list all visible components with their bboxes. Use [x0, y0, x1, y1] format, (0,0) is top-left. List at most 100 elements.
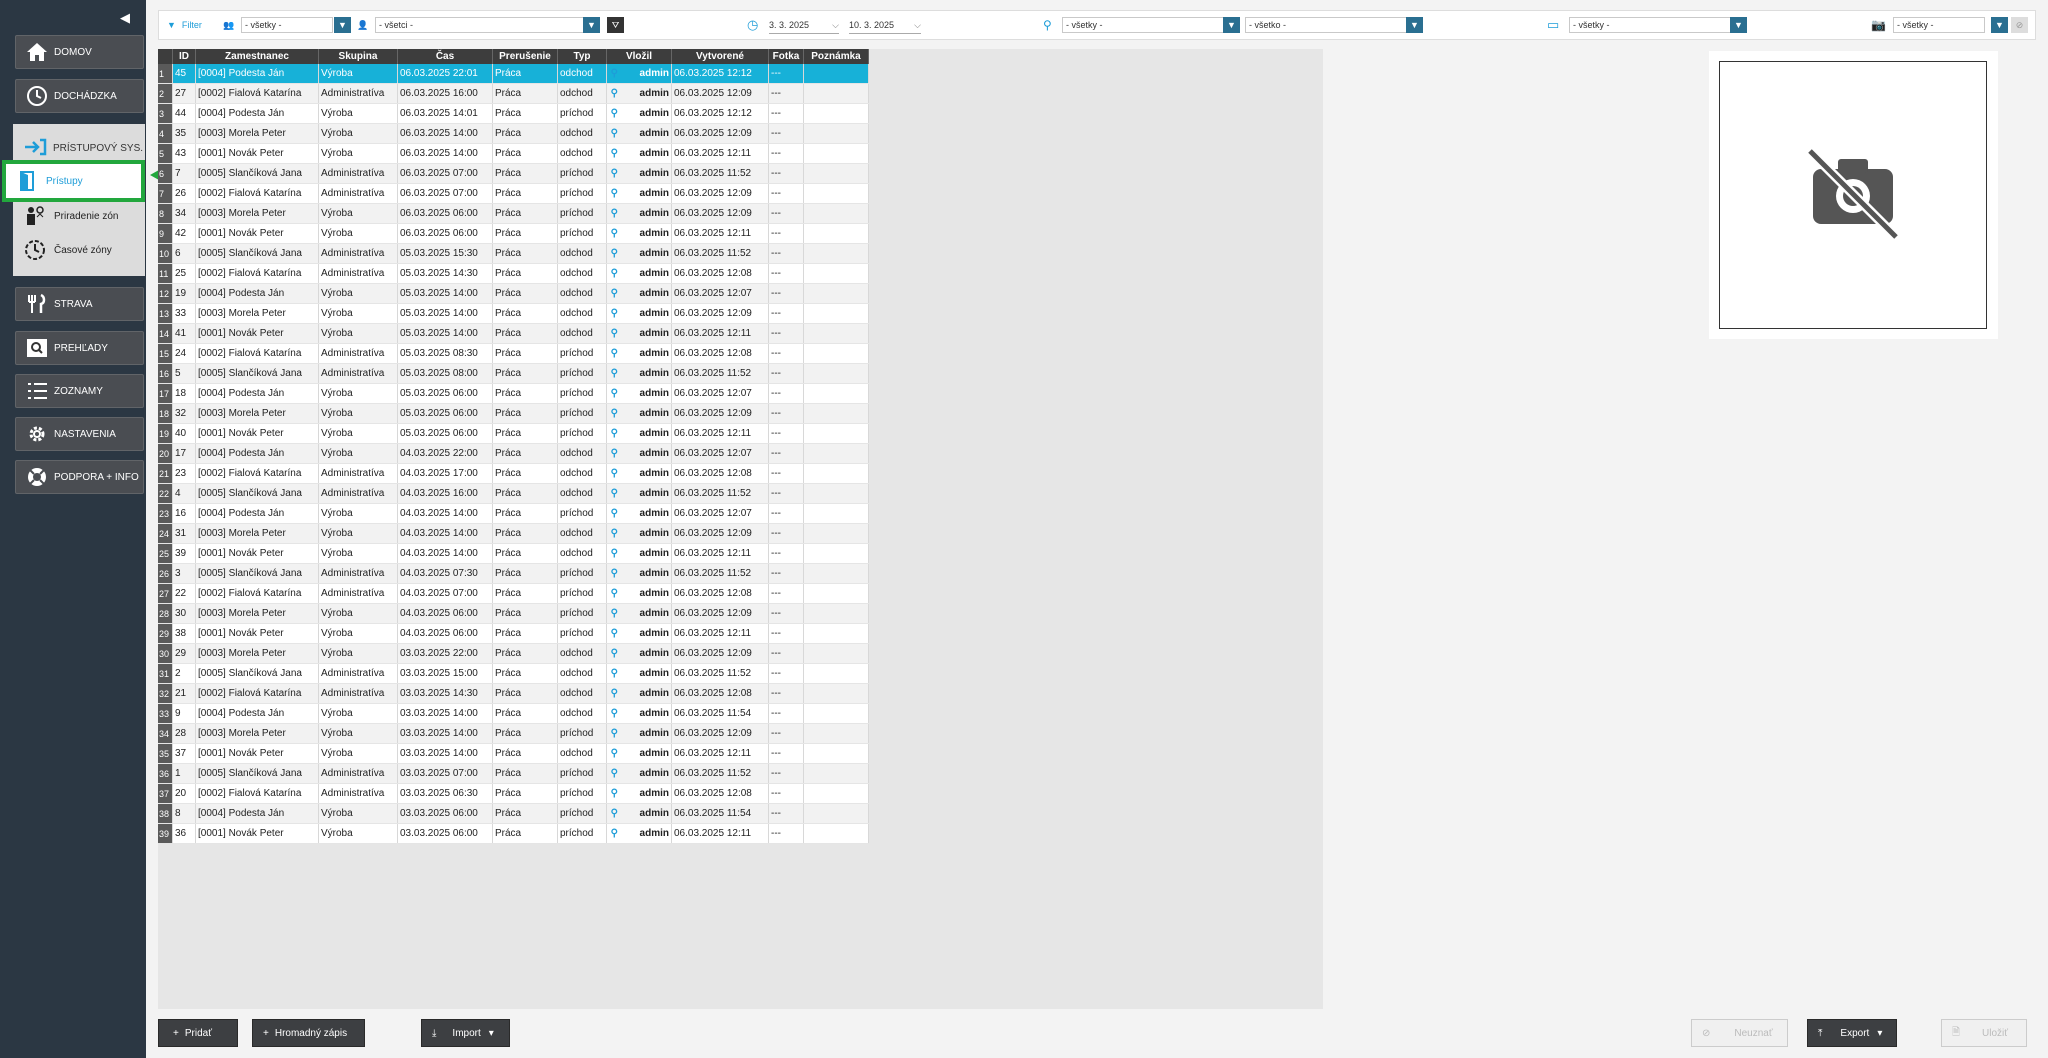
group-select[interactable]: - všetky - [241, 17, 333, 33]
table-cell [803, 423, 869, 444]
table-row[interactable]: 8 34 [0003] Morela Peter Výroba 06.03.2025 0… [158, 203, 869, 224]
table-row[interactable]: 7 26 [0002] Fialová Katarína Administratíva… [158, 183, 869, 204]
table-row[interactable]: 3 44 [0004] Podesta Ján Výroba 06.03.2025 14… [158, 103, 869, 124]
table-row[interactable]: 15 24 [0002] Fialová Katarína Administratív… [158, 343, 869, 364]
column-header[interactable]: Prerušenie [492, 49, 558, 64]
search-icon [24, 337, 50, 359]
table-row[interactable]: 6 7 [0005] Slančíková Jana Administratíva 06… [158, 163, 869, 184]
nav-dochadzka[interactable]: DOCHÁDZKA [15, 79, 144, 113]
table-cell: --- [768, 623, 804, 644]
table-row[interactable]: 26 3 [0005] Slančíková Jana Administratíva 0… [158, 563, 869, 584]
employee-select[interactable]: - všetci - [375, 17, 588, 33]
nav-strava[interactable]: STRAVA [15, 287, 144, 321]
table-cell: Administratíva [318, 683, 398, 704]
table-row[interactable]: 13 33 [0003] Morela Peter Výroba 05.03.2025 … [158, 303, 869, 324]
table-row[interactable]: 36 1 [0005] Slančíková Jana Administratíva 0… [158, 763, 869, 784]
sidebar-item-casove-zony[interactable]: Časové zóny [24, 239, 112, 261]
table-row[interactable]: 16 5 [0005] Slančíková Jana Administratíva 0… [158, 363, 869, 384]
table-cell: 03.03.2025 15:00 [397, 663, 493, 684]
terminal-select[interactable]: - všetky - [1569, 17, 1731, 33]
table-row[interactable]: 10 6 [0005] Slančíková Jana Administratíva 0… [158, 243, 869, 264]
terminal-dropdown-button[interactable]: ▼ [1730, 17, 1747, 33]
table-cell: 06.03.2025 12:09 [671, 123, 769, 144]
table-row[interactable]: 29 38 [0001] Novák Peter Výroba 04.03.2025 0… [158, 623, 869, 644]
location2-select[interactable]: - všetko - [1245, 17, 1407, 33]
inserted-by: admin [639, 808, 669, 819]
rownum-header [158, 49, 173, 64]
table-row[interactable]: 2 27 [0002] Fialová Katarína Administratíva… [158, 83, 869, 104]
table-cell: 6 [172, 243, 196, 264]
column-header[interactable]: Vytvorené [671, 49, 769, 64]
table-row[interactable]: 17 18 [0004] Podesta Ján Výroba 05.03.2025 0… [158, 383, 869, 404]
date-from-input[interactable]: 3. 3. 2025 ⌵ [769, 17, 839, 34]
nav-nastavenia[interactable]: NASTAVENIA [15, 417, 144, 451]
date-to-input[interactable]: 10. 3. 2025 ⌵ [849, 17, 921, 34]
inserted-by: admin [639, 748, 669, 759]
table-row[interactable]: 4 35 [0003] Morela Peter Výroba 06.03.2025 1… [158, 123, 869, 144]
column-header[interactable]: Zamestnanec [195, 49, 319, 64]
table-row[interactable]: 38 8 [0004] Podesta Ján Výroba 03.03.2025 06… [158, 803, 869, 824]
table-row[interactable]: 20 17 [0004] Podesta Ján Výroba 04.03.2025 2… [158, 443, 869, 464]
bulk-entry-button[interactable]: + Hromadný zápis [252, 1019, 365, 1047]
table-row[interactable]: 18 32 [0003] Morela Peter Výroba 05.03.2025 … [158, 403, 869, 424]
nav-zoznamy[interactable]: ZOZNAMY [15, 374, 144, 408]
table-row[interactable]: 23 16 [0004] Podesta Ján Výroba 04.03.2025 1… [158, 503, 869, 524]
filter-toolbar: ▼ Filter 👥 - všetky - ▼ 👤 - všetci - ▼ ⛛… [158, 10, 2036, 40]
table-cell: 04.03.2025 07:00 [397, 583, 493, 604]
location2-dropdown-button[interactable]: ▼ [1406, 17, 1423, 33]
sidebar-item-priradenie-zon[interactable]: Priradenie zón [24, 205, 118, 227]
table-row[interactable]: 9 42 [0001] Novák Peter Výroba 06.03.2025 06… [158, 223, 869, 244]
column-header[interactable]: Typ [557, 49, 607, 64]
table-row[interactable]: 27 22 [0002] Fialová Katarína Administratív… [158, 583, 869, 604]
import-button[interactable]: ⤓ Import ▾ [421, 1019, 510, 1047]
location-select[interactable]: - všetky - [1062, 17, 1224, 33]
table-row[interactable]: 21 23 [0002] Fialová Katarína Administratív… [158, 463, 869, 484]
nav-domov[interactable]: DOMOV [15, 35, 144, 69]
table-row[interactable]: 30 29 [0003] Morela Peter Výroba 03.03.2025 … [158, 643, 869, 664]
table-cell: odchod [557, 443, 607, 464]
table-row[interactable]: 35 37 [0001] Novák Peter Výroba 03.03.2025 1… [158, 743, 869, 764]
table-row[interactable]: 25 39 [0001] Novák Peter Výroba 04.03.2025 1… [158, 543, 869, 564]
table-row[interactable]: 34 28 [0003] Morela Peter Výroba 03.03.2025 … [158, 723, 869, 744]
table-row[interactable]: 12 19 [0004] Podesta Ján Výroba 05.03.2025 1… [158, 283, 869, 304]
table-row[interactable]: 39 36 [0001] Novák Peter Výroba 03.03.2025 0… [158, 823, 869, 844]
table-row[interactable]: 5 43 [0001] Novák Peter Výroba 06.03.2025 14… [158, 143, 869, 164]
inserted-by: admin [639, 88, 669, 99]
table-row[interactable]: 11 25 [0002] Fialová Katarína Administratív… [158, 263, 869, 284]
table-row[interactable]: 19 40 [0001] Novák Peter Výroba 05.03.2025 0… [158, 423, 869, 444]
column-header[interactable]: Vložil [606, 49, 672, 64]
photo-select[interactable]: - všetky - [1893, 17, 1985, 33]
table-row[interactable]: 37 20 [0002] Fialová Katarína Administratív… [158, 783, 869, 804]
table-cell: 06.03.2025 11:54 [671, 803, 769, 824]
table-cell: Práca [492, 363, 558, 384]
column-header[interactable]: Čas [397, 49, 493, 64]
table-cell: ⚲ admin [606, 503, 672, 524]
table-row[interactable]: 31 2 [0005] Slančíková Jana Administratíva 0… [158, 663, 869, 684]
photo-dropdown-button[interactable]: ▼ [1991, 17, 2008, 33]
table-cell: príchod [557, 343, 607, 364]
column-header[interactable]: Skupina [318, 49, 398, 64]
add-button[interactable]: + Pridať [158, 1019, 238, 1047]
column-header[interactable]: Fotka [768, 49, 804, 64]
table-row[interactable]: 22 4 [0005] Slančíková Jana Administratíva 0… [158, 483, 869, 504]
table-row[interactable]: 1 45 [0004] Podesta Ján Výroba 06.03.2025 22… [158, 64, 869, 84]
table-row[interactable]: 33 9 [0004] Podesta Ján Výroba 03.03.2025 14… [158, 703, 869, 724]
table-row[interactable]: 14 41 [0001] Novák Peter Výroba 05.03.2025 1… [158, 323, 869, 344]
collapse-sidebar-icon[interactable]: ◀ [120, 10, 130, 26]
table-row[interactable]: 24 31 [0003] Morela Peter Výroba 04.03.2025 … [158, 523, 869, 544]
clear-filter-button[interactable]: ⛛ [607, 17, 624, 33]
sidebar-item-pristupy[interactable]: Prístupy [2, 160, 145, 202]
access-system-header[interactable]: PRÍSTUPOVÝ SYS. [23, 138, 143, 159]
location-dropdown-button[interactable]: ▼ [1223, 17, 1240, 33]
table-row[interactable]: 32 21 [0002] Fialová Katarína Administratív… [158, 683, 869, 704]
export-button[interactable]: ⤒ Export ▾ [1807, 1019, 1897, 1047]
filter-toggle[interactable]: ▼ Filter [167, 17, 202, 33]
nav-prehlady[interactable]: PREHĽADY [15, 331, 144, 365]
table-row[interactable]: 28 30 [0003] Morela Peter Výroba 04.03.2025 … [158, 603, 869, 624]
table-cell [803, 303, 869, 324]
nav-podpora[interactable]: PODPORA + INFO [15, 460, 144, 494]
group-dropdown-button[interactable]: ▼ [334, 17, 351, 33]
employee-dropdown-button[interactable]: ▼ [583, 17, 600, 33]
column-header[interactable]: Poznámka [803, 49, 869, 64]
column-header[interactable]: ID [172, 49, 196, 64]
